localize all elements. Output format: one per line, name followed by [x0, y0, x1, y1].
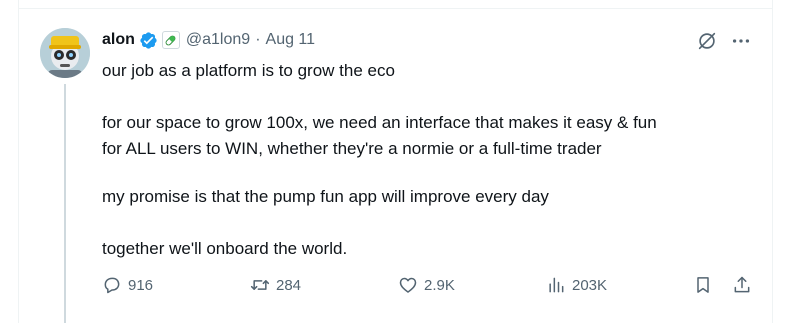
- post-paragraph: for our space to grow 100x, we need an i…: [102, 113, 657, 158]
- like-button[interactable]: 2.9K: [398, 275, 455, 295]
- author-handle[interactable]: @a1lon9: [186, 31, 250, 49]
- views-button[interactable]: 203K: [546, 275, 607, 295]
- bookmark-icon: [697, 277, 709, 293]
- reply-button[interactable]: 916: [102, 275, 153, 295]
- reply-icon: [104, 277, 120, 294]
- post-paragraph: my promise is that the pump fun app will…: [102, 187, 549, 206]
- like-count: 2.9K: [424, 276, 455, 294]
- post-paragraph: our job as a platform is to grow the eco: [102, 61, 395, 80]
- share-icon: [734, 276, 750, 293]
- avatar[interactable]: [40, 28, 90, 78]
- grok-icon[interactable]: [696, 30, 718, 52]
- author-name[interactable]: alon: [102, 31, 135, 49]
- views-icon: [549, 277, 564, 293]
- more-icon[interactable]: [730, 30, 752, 52]
- repost-icon: [250, 280, 270, 290]
- repost-button[interactable]: 284: [250, 275, 301, 295]
- post-action-bar: 916 284 2.9K 203K: [102, 275, 752, 299]
- share-button[interactable]: [732, 275, 752, 295]
- verified-badge-icon[interactable]: [139, 31, 158, 50]
- views-count: 203K: [572, 276, 608, 294]
- post-text: our job as a platform is to grow the eco…: [102, 58, 752, 262]
- post-top-actions: [696, 30, 752, 52]
- divider: [18, 8, 773, 9]
- post-header: alon @a1lon9 · Aug 11: [102, 28, 315, 52]
- repost-count: 284: [276, 276, 302, 294]
- reply-count: 916: [128, 276, 154, 294]
- avatar-image: [40, 28, 90, 78]
- post-date[interactable]: Aug 11: [266, 31, 316, 49]
- separator-dot: ·: [255, 31, 261, 48]
- post-paragraph: together we'll onboard the world.: [102, 239, 348, 258]
- heart-icon: [399, 277, 417, 293]
- thread-line: [64, 84, 66, 323]
- pill-icon[interactable]: [161, 31, 180, 49]
- bookmark-button[interactable]: [693, 275, 713, 295]
